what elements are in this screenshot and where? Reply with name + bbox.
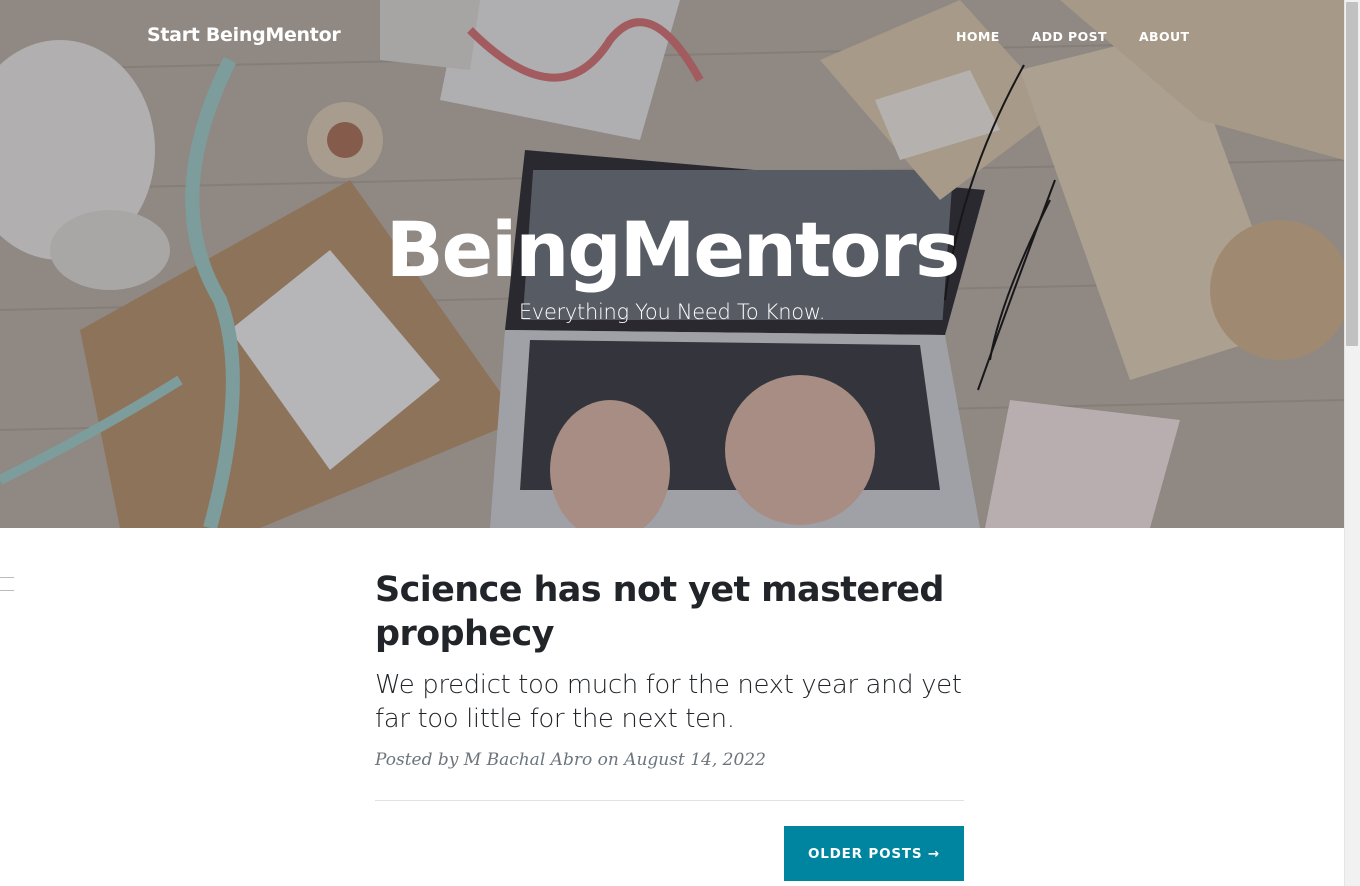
nav-link-add-post[interactable]: ADD POST [1032,29,1107,44]
hero-header: Start BeingMentor HOME ADD POST ABOUT Be… [0,0,1344,528]
nav-link-about[interactable]: ABOUT [1139,29,1190,44]
navbar: Start BeingMentor HOME ADD POST ABOUT [0,0,1344,76]
post-title[interactable]: Science has not yet mastered prophecy [375,568,964,656]
post-preview: Science has not yet mastered prophecy We… [375,568,964,770]
post-divider [375,800,964,801]
site-subtitle: Everything You Need To Know. [518,300,826,324]
scrollbar-thumb[interactable] [1346,2,1358,346]
nav-links: HOME ADD POST ABOUT [956,29,1221,44]
older-posts-button[interactable]: OLDER POSTS → [784,826,964,881]
post-meta: Posted by M Bachal Abro on August 14, 20… [375,750,766,770]
post-subtitle[interactable]: We predict too much for the next year an… [375,668,964,736]
left-edge-marker [0,577,14,591]
nav-link-home[interactable]: HOME [956,29,1000,44]
site-heading: BeingMentors Everything You Need To Know… [0,200,1344,324]
post-link[interactable]: Science has not yet mastered prophecy We… [375,568,964,736]
brand-link[interactable]: Start BeingMentor [147,24,341,46]
site-title: BeingMentors [385,205,961,294]
